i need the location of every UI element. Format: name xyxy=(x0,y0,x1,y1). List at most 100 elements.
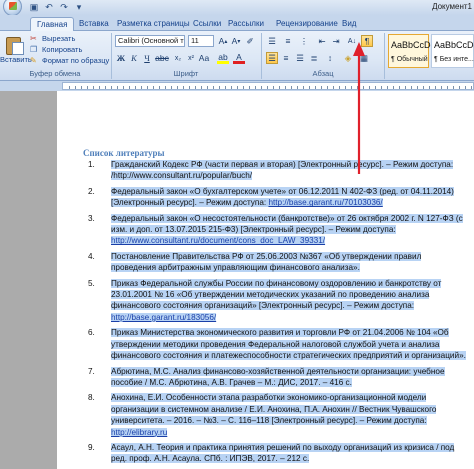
ruler-tick xyxy=(393,86,394,89)
ruler-tick xyxy=(231,86,232,89)
separator xyxy=(384,33,385,79)
tab-review[interactable]: Рецензирование xyxy=(276,17,338,31)
tab-references[interactable]: Ссылки xyxy=(193,17,221,31)
ruler-tick xyxy=(129,86,130,89)
italic-button[interactable]: К xyxy=(128,52,140,64)
increase-indent-icon[interactable]: ⇥ xyxy=(330,35,342,47)
ruler-tick xyxy=(189,86,190,89)
reference-text: Постановление Правительства РФ от 25.06.… xyxy=(111,251,468,274)
font-name-field[interactable]: Calibri (Основной те xyxy=(115,35,185,47)
align-right-icon[interactable]: ☰ xyxy=(294,52,306,64)
ruler-tick xyxy=(471,86,472,89)
reference-item: 2. Федеральный закон «О бухгалтерском уче… xyxy=(83,186,468,209)
tab-page-layout[interactable]: Разметка страницы xyxy=(117,17,190,31)
ruler-tick xyxy=(243,86,244,89)
multilevel-list-icon[interactable]: ⋮ xyxy=(298,35,310,47)
reference-item: 5. Приказ Федеральной службы России по фи… xyxy=(83,278,468,324)
clear-format-icon[interactable]: ✐ xyxy=(244,35,256,47)
font-size-field[interactable]: 11 xyxy=(188,35,214,47)
bold-button[interactable]: Ж xyxy=(115,52,127,64)
tab-view[interactable]: Вид xyxy=(342,17,356,31)
line-spacing-icon[interactable]: ↕ xyxy=(324,52,336,64)
reference-text: Анохина, Е.И. Особенности этапа разработ… xyxy=(111,392,468,438)
ruler-tick xyxy=(411,86,412,89)
ruler-tick xyxy=(339,86,340,89)
ruler-tick xyxy=(333,86,334,89)
subscript-button[interactable]: x₂ xyxy=(172,52,184,64)
undo-icon[interactable]: ↶ xyxy=(43,1,55,13)
shrink-font-icon[interactable]: A ▾ xyxy=(230,35,242,47)
ruler-tick xyxy=(237,86,238,89)
paste-icon[interactable] xyxy=(4,35,26,55)
ruler-tick xyxy=(111,86,112,89)
decrease-indent-icon[interactable]: ⇤ xyxy=(316,35,328,47)
justify-icon[interactable]: ≣ xyxy=(308,52,320,64)
format-painter-button[interactable]: ✎ Формат по образцу xyxy=(30,55,109,65)
ruler-tick xyxy=(255,86,256,89)
ruler-tick xyxy=(447,86,448,89)
font-group-label: Шрифт xyxy=(173,69,199,78)
paste-button[interactable]: Вставить xyxy=(0,55,32,64)
copy-icon: ❐ xyxy=(30,44,38,54)
tab-insert[interactable]: Вставка xyxy=(79,17,109,31)
red-arrow-annotation xyxy=(353,42,365,174)
ruler-tick xyxy=(327,86,328,89)
ruler-tick xyxy=(183,86,184,89)
change-case-button[interactable]: Aa xyxy=(198,52,210,64)
reference-number: 3. xyxy=(88,213,95,223)
font-color-button[interactable]: A xyxy=(233,52,245,64)
ruler-tick xyxy=(195,86,196,89)
reference-link[interactable]: http://base.garant.ru/70103036/ xyxy=(268,198,383,208)
grow-font-icon[interactable]: A ▴ xyxy=(217,35,229,47)
cut-button[interactable]: ✂ Вырезать xyxy=(30,33,75,43)
ruler-tick xyxy=(435,86,436,89)
reference-number: 7. xyxy=(88,366,95,376)
office-button[interactable] xyxy=(0,0,22,16)
reference-number: 9. xyxy=(88,442,95,452)
reference-item: 3. Федеральный закон «О несостоятельности… xyxy=(83,213,468,247)
copy-button[interactable]: ❐ Копировать xyxy=(30,44,82,54)
reference-text-segment: Гражданский Кодекс РФ (части первая и вт… xyxy=(111,160,454,181)
underline-button[interactable]: Ч xyxy=(141,52,153,64)
reference-link[interactable]: http://base.garant.ru/183056/ xyxy=(111,312,217,322)
ruler-tick xyxy=(261,86,262,89)
ruler-tick xyxy=(375,86,376,89)
bullets-icon[interactable]: ☰ xyxy=(266,35,278,47)
reference-text: Федеральный закон «О бухгалтерском учете… xyxy=(111,186,468,209)
ruler-tick xyxy=(417,86,418,89)
reference-item: 1. Гражданский Кодекс РФ (части первая и … xyxy=(83,159,468,182)
horizontal-ruler[interactable] xyxy=(62,82,474,90)
align-center-icon[interactable]: ≡ xyxy=(280,52,292,64)
strikethrough-button[interactable]: abc xyxy=(155,52,169,64)
reference-link[interactable]: http://www.consultant.ru/document/cons_d… xyxy=(111,236,326,246)
ruler-tick xyxy=(153,86,154,89)
ruler-tick xyxy=(345,86,346,89)
save-icon[interactable]: ▣ xyxy=(28,1,40,13)
reference-text: Приказ Министерства экономического разви… xyxy=(111,327,468,361)
style-normal[interactable]: AaBbCcDc ¶ Обычный xyxy=(388,34,435,68)
tab-mailings[interactable]: Рассылки xyxy=(228,17,264,31)
ruler-tick xyxy=(279,86,280,89)
reference-item: 9. Асаул, А.Н. Теория и практика принятия… xyxy=(83,442,468,465)
redo-icon[interactable]: ↷ xyxy=(58,1,70,13)
style-no-spacing[interactable]: AaBbCcDc ¶ Без инте... xyxy=(431,34,474,68)
reference-link[interactable]: http://elibrary.ru xyxy=(111,427,168,437)
tab-home[interactable]: Главная xyxy=(30,17,75,31)
reference-number: 8. xyxy=(88,393,95,403)
ruler-tick xyxy=(369,86,370,89)
ruler-tick xyxy=(297,86,298,89)
ruler-tick xyxy=(75,86,76,89)
qat-dropdown-icon[interactable]: ▾ xyxy=(73,1,85,13)
reference-text-segment: Приказ Федеральной службы России по фина… xyxy=(111,278,442,311)
document-title: Документ1 xyxy=(432,2,472,11)
highlight-button[interactable]: ab xyxy=(217,52,229,64)
reference-number: 4. xyxy=(88,251,95,261)
document-page[interactable]: Список литературы 1. Гражданский Кодекс Р… xyxy=(57,91,474,469)
superscript-button[interactable]: x² xyxy=(185,52,197,64)
reference-text-segment: Асаул, А.Н. Теория и практика принятия р… xyxy=(111,442,455,464)
ruler-tick xyxy=(441,86,442,89)
numbering-icon[interactable]: ≡ xyxy=(282,35,294,47)
align-left-icon[interactable]: ☰ xyxy=(266,52,278,64)
reference-item: 7. Абрютина, М.С. Анализ финансово-хозяйс… xyxy=(83,366,468,389)
brush-icon: ✎ xyxy=(30,55,37,65)
